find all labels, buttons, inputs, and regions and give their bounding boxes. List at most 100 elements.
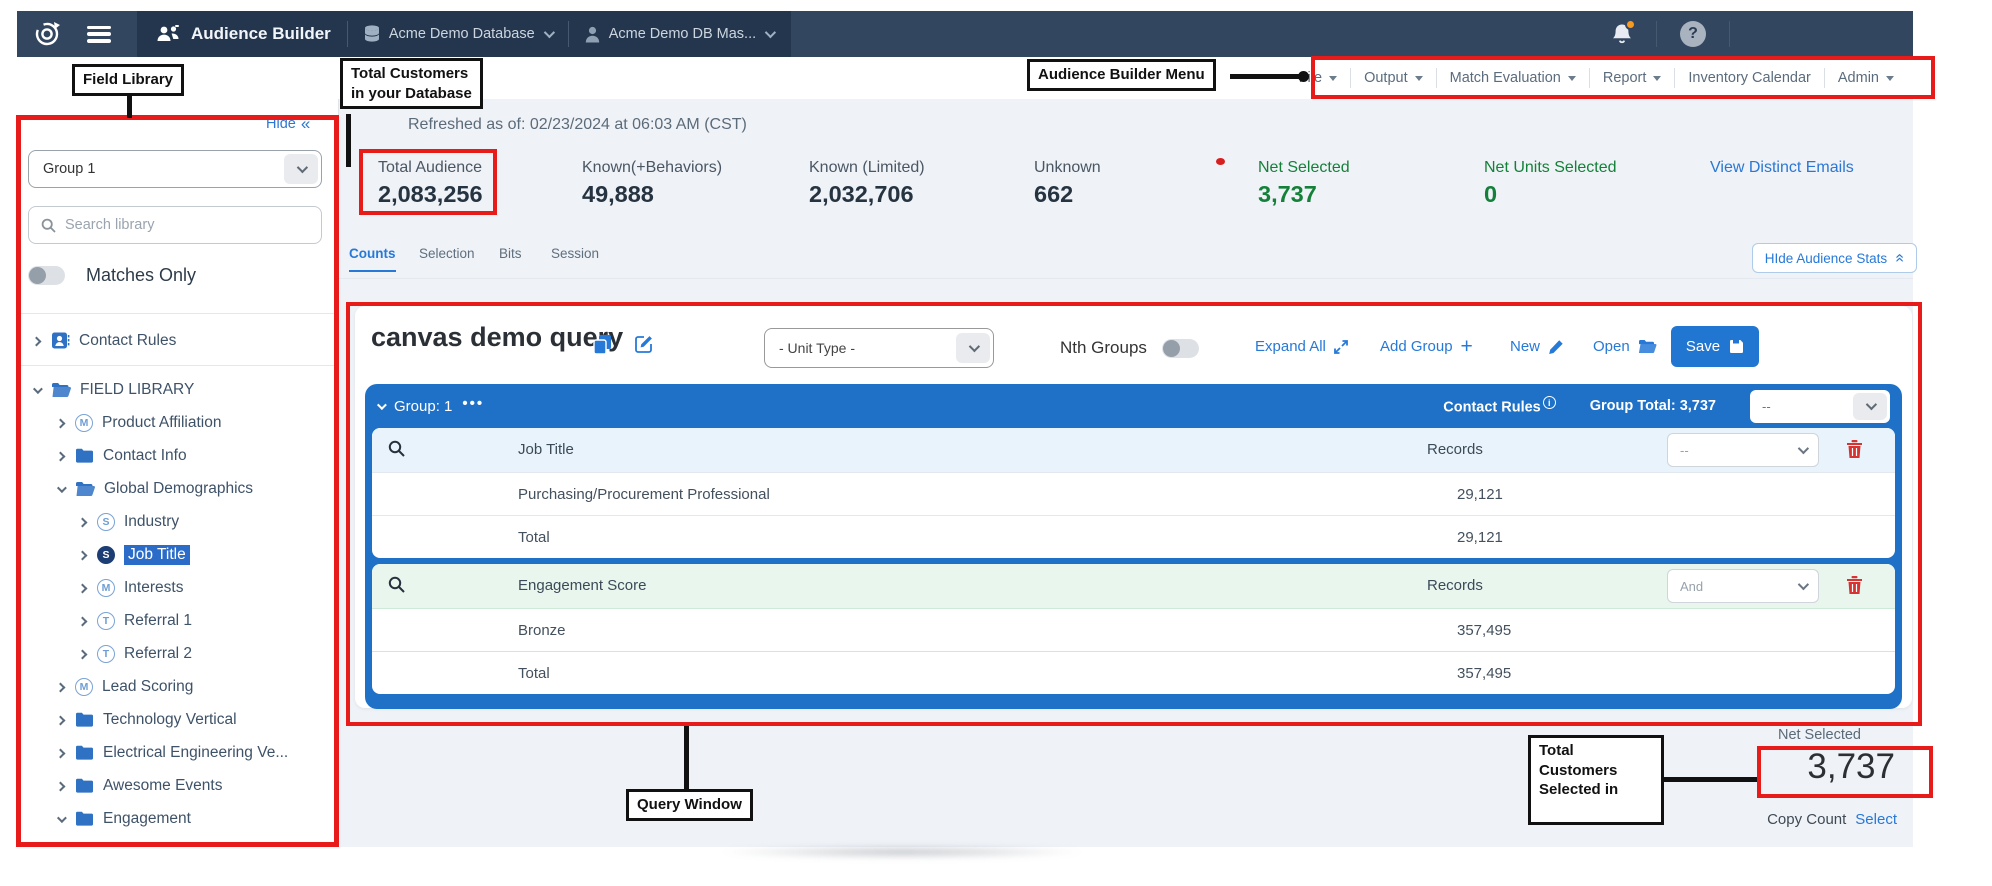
tree-item-interests[interactable]: M Interests	[79, 571, 183, 604]
tree-item-contact-info[interactable]: Contact Info	[57, 439, 187, 472]
rule-card-engagement-score: Engagement Score Records And Bronze	[372, 564, 1895, 694]
tab-session[interactable]: Session	[551, 246, 599, 270]
chevron-down-icon	[377, 400, 387, 410]
rule-operator-select[interactable]: --	[1667, 433, 1819, 467]
tree-item-awesome-events[interactable]: Awesome Events	[57, 769, 222, 802]
unit-type-select[interactable]: - Unit Type -	[764, 328, 994, 368]
tree-item-lead-scoring[interactable]: M Lead Scoring	[57, 670, 193, 703]
database-selector[interactable]: Acme Demo Database	[364, 25, 552, 43]
group-options-icon[interactable]: •••	[462, 395, 484, 412]
nth-groups-label: Nth Groups	[1060, 338, 1147, 358]
save-button[interactable]: Save	[1671, 326, 1759, 367]
hide-audience-stats-button[interactable]: HIde Audience Stats «	[1752, 243, 1917, 273]
tree-item-product-affiliation[interactable]: M Product Affiliation	[57, 406, 221, 439]
menu-inventory-calendar[interactable]: Inventory Calendar	[1675, 70, 1824, 86]
menu-report[interactable]: Report	[1590, 70, 1675, 86]
tree-item-referral-2[interactable]: T Referral 2	[79, 637, 192, 670]
contact-card-icon	[51, 331, 70, 350]
rule-card-header: Engagement Score Records And	[372, 564, 1895, 608]
add-group-button[interactable]: Add Group +	[1380, 338, 1473, 355]
tree-item-global-demographics[interactable]: Global Demographics	[57, 472, 253, 505]
folder-icon	[75, 712, 94, 727]
tab-bits[interactable]: Bits	[499, 246, 522, 270]
chevron-right-icon	[79, 546, 86, 564]
menu-match-evaluation[interactable]: Match Evaluation	[1437, 70, 1589, 86]
profile-selector[interactable]: Acme Demo DB Mas...	[585, 26, 773, 43]
chevron-right-icon	[57, 777, 64, 795]
group-operator-select[interactable]: --	[1750, 390, 1890, 423]
matches-only-toggle[interactable]	[28, 266, 65, 285]
help-icon[interactable]: ?	[1680, 21, 1706, 47]
library-search	[28, 206, 322, 244]
group-name: Group: 1	[394, 398, 452, 415]
search-icon[interactable]	[388, 440, 405, 457]
search-icon[interactable]	[388, 576, 405, 593]
notifications-bell-icon[interactable]	[1611, 22, 1633, 46]
caret-down-icon	[1568, 76, 1576, 81]
stat-net-selected: Net Selected 3,737	[1258, 159, 1350, 208]
page-shadow	[717, 845, 1087, 859]
tab-selection[interactable]: Selection	[419, 246, 475, 270]
user-icon	[585, 26, 600, 43]
chevron-right-icon	[57, 744, 64, 762]
search-icon	[41, 218, 56, 233]
hide-panel-button[interactable]: Hide«	[266, 115, 310, 132]
tree-item-engagement[interactable]: Engagement	[57, 802, 191, 835]
edit-icon[interactable]	[634, 334, 654, 354]
rule-total-row: Total 357,495	[372, 651, 1895, 694]
tree-item-technology-vertical[interactable]: Technology Vertical	[57, 703, 237, 736]
tree-item-referral-1[interactable]: T Referral 1	[79, 604, 192, 637]
profile-selector-value: Acme Demo DB Mas...	[609, 26, 756, 42]
stat-net-units-selected: Net Units Selected 0	[1484, 159, 1617, 208]
tree-item-industry[interactable]: S Industry	[79, 505, 179, 538]
screen: Audience Builder Acme Demo Database	[0, 0, 1992, 886]
tree-item-job-title[interactable]: S Job Title	[79, 538, 190, 571]
query-group: Group: 1 ••• Contact Rulesi Group Total:…	[365, 384, 1902, 709]
chevron-right-icon	[57, 678, 64, 696]
menu-admin[interactable]: Admin	[1825, 70, 1907, 86]
chevron-right-icon	[79, 612, 86, 630]
view-distinct-emails-link[interactable]: View Distinct Emails	[1710, 159, 1854, 177]
folder-open-icon	[51, 382, 71, 398]
chevron-right-icon	[33, 332, 40, 350]
delete-rule-icon[interactable]	[1846, 439, 1863, 459]
new-button[interactable]: New	[1510, 338, 1564, 355]
pencil-icon	[1548, 339, 1564, 355]
search-input[interactable]	[65, 217, 285, 233]
brand-logo-icon[interactable]	[33, 20, 61, 48]
rule-card-header: Job Title Records --	[372, 428, 1895, 472]
navbar-context-segment: Audience Builder Acme Demo Database	[137, 11, 791, 57]
tree-item-field-library[interactable]: FIELD LIBRARY	[33, 373, 194, 406]
group-contact-rules[interactable]: Contact Rulesi	[1443, 396, 1556, 415]
matches-only-label: Matches Only	[86, 265, 196, 286]
tree-item-electrical-engineering[interactable]: Electrical Engineering Ve...	[57, 736, 288, 769]
chevron-right-icon	[79, 513, 86, 531]
chevron-right-icon	[57, 447, 64, 465]
unit-type-value: - Unit Type -	[779, 340, 855, 356]
tab-counts[interactable]: Counts	[349, 246, 396, 272]
select-link[interactable]: Select	[1855, 811, 1897, 828]
delete-rule-icon[interactable]	[1846, 575, 1863, 595]
rule-value-row[interactable]: Purchasing/Procurement Professional 29,1…	[372, 472, 1895, 515]
hamburger-menu-icon[interactable]	[87, 26, 111, 43]
collapse-double-chevron-icon: «	[301, 115, 310, 132]
annotation-label-selected: Total Customers Selected in	[1528, 735, 1664, 825]
chevron-down-icon	[33, 381, 40, 399]
caret-down-icon	[1415, 76, 1423, 81]
audience-builder-menubar: File Output Match Evaluation Report Inve…	[17, 57, 1913, 99]
group-select[interactable]: Group 1	[28, 150, 322, 188]
caret-down-icon	[1653, 76, 1661, 81]
chevron-down-icon	[57, 480, 64, 498]
copy-icon[interactable]	[593, 334, 612, 355]
annotation-label-field-library: Field Library	[72, 64, 184, 96]
nth-groups-toggle[interactable]	[1162, 339, 1199, 358]
menu-output[interactable]: Output	[1351, 70, 1436, 86]
rule-value-row[interactable]: Bronze 357,495	[372, 608, 1895, 651]
tree-item-contact-rules[interactable]: Contact Rules	[33, 324, 176, 357]
open-button[interactable]: Open	[1593, 338, 1657, 355]
rule-operator-select[interactable]: And	[1667, 569, 1819, 603]
database-selector-value: Acme Demo Database	[389, 26, 535, 42]
folder-icon	[75, 778, 94, 793]
group-header-bar[interactable]: Group: 1 ••• Contact Rulesi Group Total:…	[365, 384, 1902, 428]
expand-all-button[interactable]: Expand All	[1255, 338, 1348, 355]
